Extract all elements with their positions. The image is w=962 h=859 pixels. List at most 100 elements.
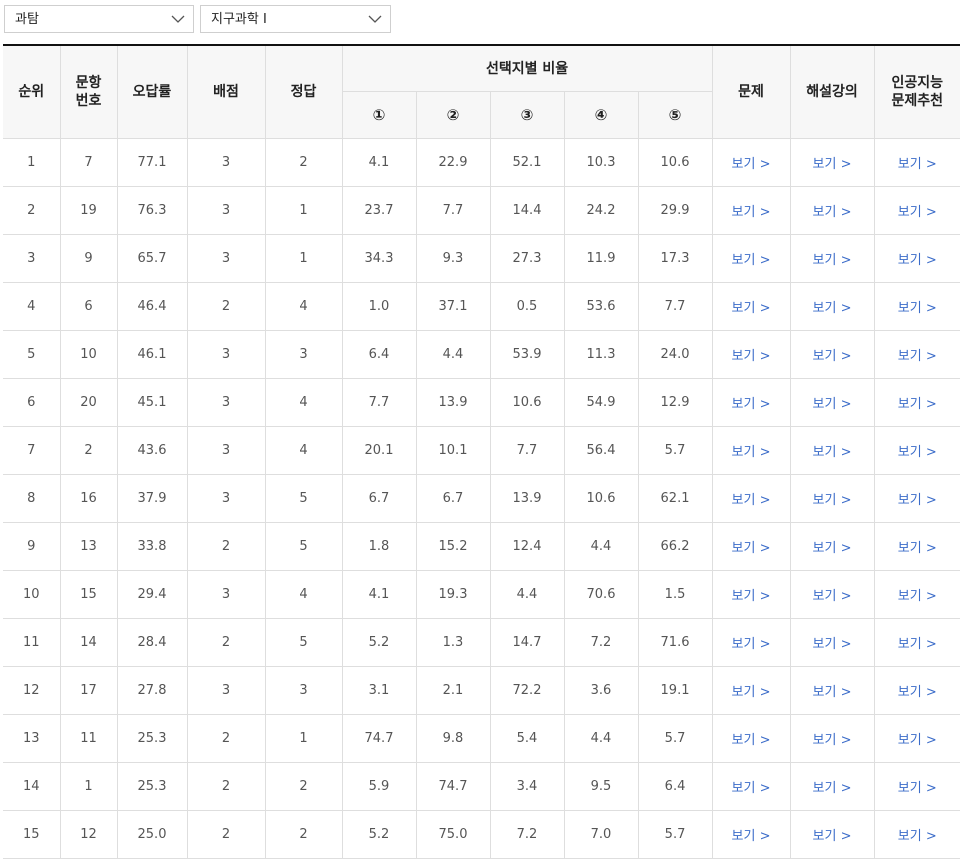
view-ai-recommend-link[interactable]: 보기 > <box>873 714 961 763</box>
header-rank: 순위 <box>3 44 61 139</box>
subject-select[interactable]: 지구과학 I <box>200 5 391 33</box>
cell-question-no: 1 <box>59 762 118 811</box>
cell-choice-3: 13.9 <box>489 474 565 523</box>
cell-rank: 5 <box>3 330 61 379</box>
cell-points: 3 <box>186 378 266 427</box>
view-ai-recommend-link[interactable]: 보기 > <box>873 186 961 235</box>
cell-error-rate: 77.1 <box>116 138 188 187</box>
chevron-down-icon <box>171 15 185 23</box>
view-ai-recommend-link[interactable]: 보기 > <box>873 138 961 187</box>
header-ai-recommend: 인공지능 문제추천 <box>873 44 961 139</box>
view-problem-link[interactable]: 보기 > <box>711 714 791 763</box>
header-ai-line1: 인공지능 <box>891 75 944 91</box>
view-ai-recommend-link[interactable]: 보기 > <box>873 666 961 715</box>
view-ai-recommend-link[interactable]: 보기 > <box>873 618 961 667</box>
cell-points: 2 <box>186 618 266 667</box>
view-ai-recommend-link[interactable]: 보기 > <box>873 426 961 475</box>
cell-rank: 3 <box>3 234 61 283</box>
view-ai-recommend-link[interactable]: 보기 > <box>873 810 961 859</box>
cell-question-no: 11 <box>59 714 118 763</box>
view-problem-link[interactable]: 보기 > <box>711 282 791 331</box>
view-problem-link[interactable]: 보기 > <box>711 234 791 283</box>
view-lecture-link[interactable]: 보기 > <box>789 714 875 763</box>
cell-points: 2 <box>186 810 266 859</box>
view-problem-link[interactable]: 보기 > <box>711 618 791 667</box>
view-problem-link[interactable]: 보기 > <box>711 666 791 715</box>
cell-question-no: 14 <box>59 618 118 667</box>
view-ai-recommend-link[interactable]: 보기 > <box>873 378 961 427</box>
table-row: 11 14 28.4 2 5 5.2 1.3 14.7 7.2 71.6 보기 > 보기 > 보기 > <box>3 618 961 667</box>
cell-choice-5: 6.4 <box>637 762 713 811</box>
cell-error-rate: 29.4 <box>116 570 188 619</box>
view-lecture-link[interactable]: 보기 > <box>789 378 875 427</box>
cell-question-no: 7 <box>59 138 118 187</box>
view-problem-link[interactable]: 보기 > <box>711 330 791 379</box>
cell-points: 3 <box>186 234 266 283</box>
cell-choice-5: 5.7 <box>637 810 713 859</box>
view-ai-recommend-link[interactable]: 보기 > <box>873 234 961 283</box>
cell-rank: 7 <box>3 426 61 475</box>
cell-choice-4: 3.6 <box>563 666 639 715</box>
view-lecture-link[interactable]: 보기 > <box>789 570 875 619</box>
view-lecture-link[interactable]: 보기 > <box>789 810 875 859</box>
cell-choice-3: 27.3 <box>489 234 565 283</box>
cell-rank: 13 <box>3 714 61 763</box>
view-ai-recommend-link[interactable]: 보기 > <box>873 474 961 523</box>
cell-choice-5: 62.1 <box>637 474 713 523</box>
view-ai-recommend-link[interactable]: 보기 > <box>873 570 961 619</box>
cell-choice-2: 75.0 <box>415 810 491 859</box>
view-lecture-link[interactable]: 보기 > <box>789 474 875 523</box>
view-lecture-link[interactable]: 보기 > <box>789 282 875 331</box>
cell-choice-5: 66.2 <box>637 522 713 571</box>
cell-choice-1: 20.1 <box>341 426 417 475</box>
view-lecture-link[interactable]: 보기 > <box>789 762 875 811</box>
cell-choice-4: 70.6 <box>563 570 639 619</box>
error-rate-table: 순위 문항 번호 오답률 배점 정답 선택지별 비율 문제 해설강의 인공지능 … <box>3 44 961 859</box>
cell-points: 3 <box>186 570 266 619</box>
view-lecture-link[interactable]: 보기 > <box>789 186 875 235</box>
header-choice-2: ② <box>415 91 491 139</box>
view-problem-link[interactable]: 보기 > <box>711 138 791 187</box>
view-problem-link[interactable]: 보기 > <box>711 426 791 475</box>
cell-choice-5: 19.1 <box>637 666 713 715</box>
cell-choice-5: 10.6 <box>637 138 713 187</box>
view-ai-recommend-link[interactable]: 보기 > <box>873 762 961 811</box>
cell-answer: 1 <box>264 714 343 763</box>
view-lecture-link[interactable]: 보기 > <box>789 426 875 475</box>
view-problem-link[interactable]: 보기 > <box>711 474 791 523</box>
table-body: 1 7 77.1 3 2 4.1 22.9 52.1 10.3 10.6 보기 > 보기 > 보기 >2… <box>3 138 961 859</box>
cell-error-rate: 46.1 <box>116 330 188 379</box>
cell-choice-3: 7.7 <box>489 426 565 475</box>
header-question-no-line2: 번호 <box>75 93 102 109</box>
header-choice-1: ① <box>342 91 417 139</box>
view-problem-link[interactable]: 보기 > <box>711 810 791 859</box>
view-ai-recommend-link[interactable]: 보기 > <box>873 522 961 571</box>
view-lecture-link[interactable]: 보기 > <box>789 618 875 667</box>
view-problem-link[interactable]: 보기 > <box>711 186 791 235</box>
view-ai-recommend-link[interactable]: 보기 > <box>873 282 961 331</box>
view-problem-link[interactable]: 보기 > <box>711 762 791 811</box>
cell-choice-5: 1.5 <box>637 570 713 619</box>
view-lecture-link[interactable]: 보기 > <box>789 330 875 379</box>
cell-choice-2: 10.1 <box>415 426 491 475</box>
view-ai-recommend-link[interactable]: 보기 > <box>873 330 961 379</box>
cell-choice-1: 6.7 <box>341 474 417 523</box>
cell-choice-1: 34.3 <box>341 234 417 283</box>
cell-choice-1: 7.7 <box>341 378 417 427</box>
view-lecture-link[interactable]: 보기 > <box>789 666 875 715</box>
view-problem-link[interactable]: 보기 > <box>711 378 791 427</box>
cell-points: 2 <box>186 762 266 811</box>
view-lecture-link[interactable]: 보기 > <box>789 522 875 571</box>
header-choice-3: ③ <box>489 91 565 139</box>
cell-choice-4: 4.4 <box>563 522 639 571</box>
cell-points: 2 <box>186 282 266 331</box>
category-select[interactable]: 과탐 <box>4 5 194 33</box>
cell-choice-1: 5.2 <box>341 810 417 859</box>
header-choice-5: ⑤ <box>637 91 713 139</box>
cell-choice-4: 11.9 <box>563 234 639 283</box>
view-problem-link[interactable]: 보기 > <box>711 570 791 619</box>
cell-choice-3: 12.4 <box>489 522 565 571</box>
view-problem-link[interactable]: 보기 > <box>711 522 791 571</box>
view-lecture-link[interactable]: 보기 > <box>789 138 875 187</box>
view-lecture-link[interactable]: 보기 > <box>789 234 875 283</box>
